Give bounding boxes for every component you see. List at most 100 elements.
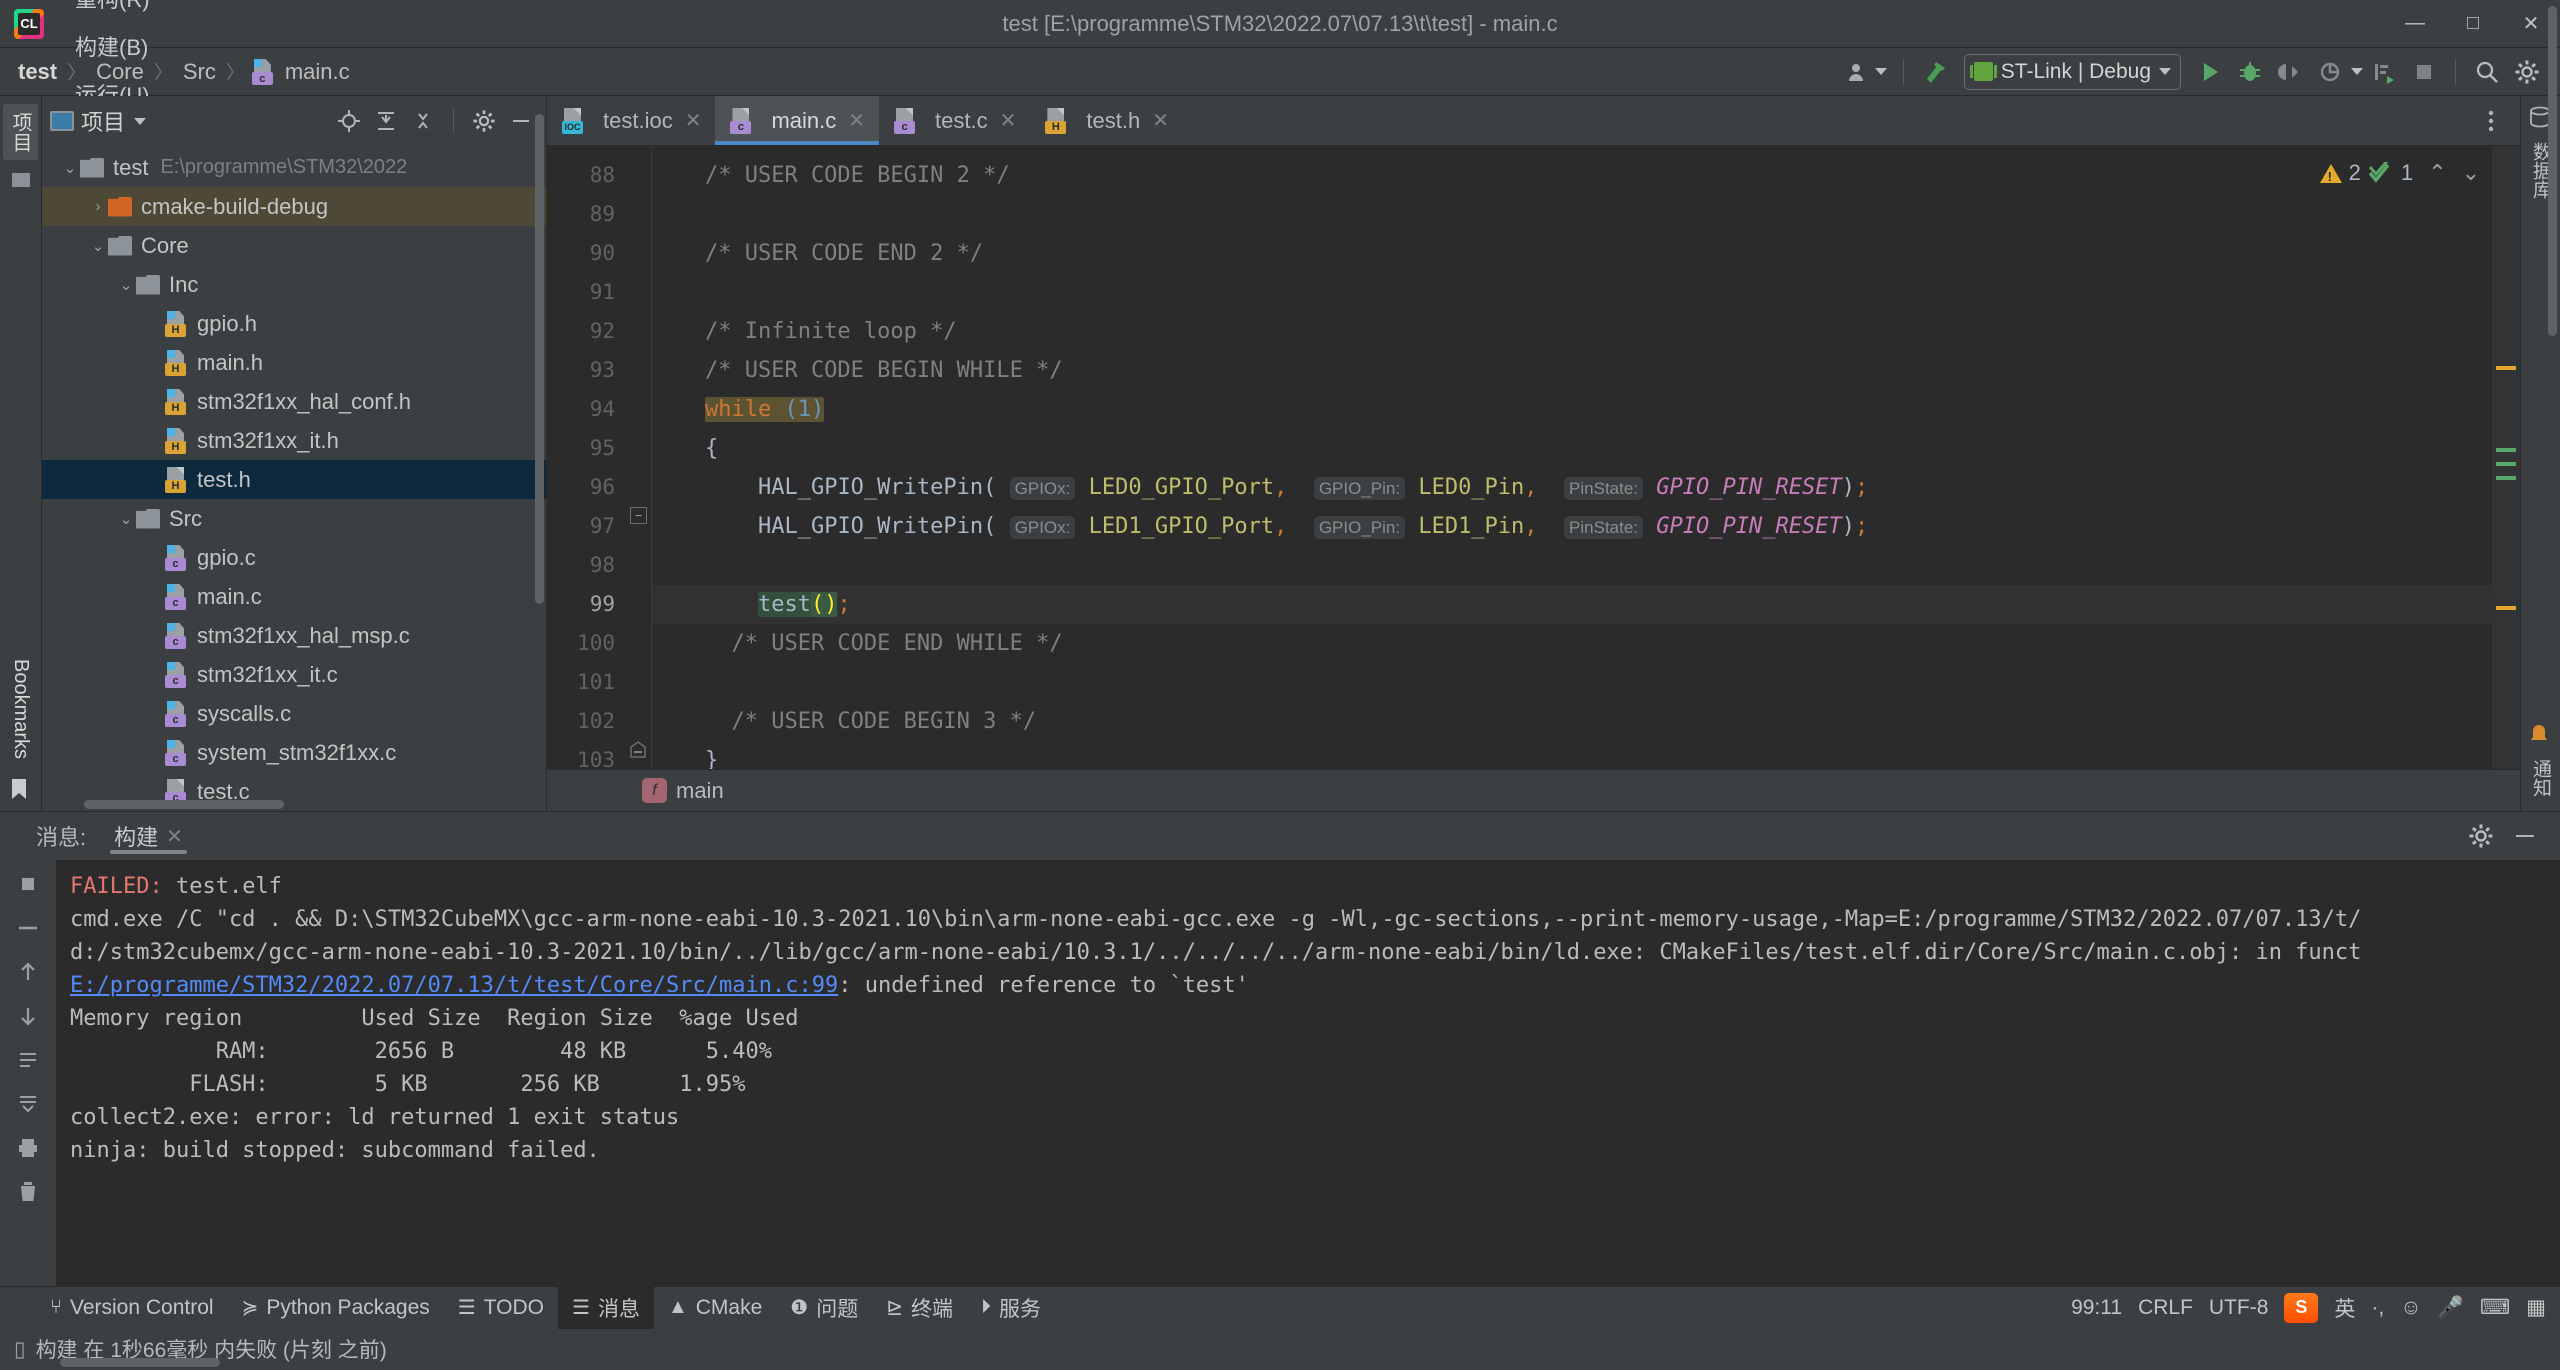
mic-icon[interactable]: 🎤 <box>2438 1296 2464 1320</box>
status-tab-todo[interactable]: ☰ TODO <box>444 1287 558 1329</box>
keyboard-icon[interactable]: ⌨ <box>2480 1295 2510 1320</box>
code-line-96[interactable]: HAL_GPIO_WritePin( GPIOx: LED0_GPIO_Port… <box>652 468 2520 507</box>
marker-ok-2[interactable] <box>2496 462 2516 466</box>
fold-marker-end[interactable] <box>630 741 647 758</box>
gear-icon[interactable] <box>467 104 501 138</box>
editor-breadcrumb[interactable]: f main <box>547 769 2520 811</box>
line-separator[interactable]: CRLF <box>2138 1296 2193 1320</box>
editor-tab-main-c[interactable]: c main.c ✕ <box>715 96 880 145</box>
collapse-all-icon[interactable] <box>406 104 440 138</box>
code-line-88[interactable]: /* USER CODE BEGIN 2 */ <box>652 156 2520 195</box>
chevron-down-icon[interactable] <box>2351 68 2363 75</box>
breadcrumb-item-2[interactable]: Src <box>179 59 220 85</box>
search-icon[interactable] <box>2468 53 2506 91</box>
chevron-down-icon[interactable] <box>1874 68 1887 75</box>
down-icon[interactable] <box>14 1002 42 1030</box>
code-line-97[interactable]: HAL_GPIO_WritePin( GPIOx: LED1_GPIO_Port… <box>652 507 2520 546</box>
previous-problem-button[interactable]: ⌃ <box>2428 160 2446 186</box>
code-folding-column[interactable]: − <box>625 146 651 769</box>
close-button[interactable]: ✕ <box>2502 0 2560 48</box>
coverage-icon[interactable] <box>2311 53 2349 91</box>
marker-ok-1[interactable] <box>2496 448 2516 452</box>
code-line-98[interactable] <box>652 546 2520 585</box>
next-problem-button[interactable]: ⌄ <box>2462 160 2480 186</box>
tree-node-gpio-h[interactable]: Hgpio.h <box>42 304 546 343</box>
code-line-93[interactable]: /* USER CODE BEGIN WHILE */ <box>652 351 2520 390</box>
close-icon[interactable]: ✕ <box>1000 108 1017 133</box>
code-line-102[interactable]: /* USER CODE BEGIN 3 */ <box>652 702 2520 741</box>
run-with-icon[interactable] <box>2365 53 2403 91</box>
bookmark-icon[interactable] <box>8 777 34 799</box>
tree-node-src[interactable]: ⌄ Src <box>42 499 546 538</box>
tree-node-cmake-build-debug[interactable]: › cmake-build-debug <box>42 187 546 226</box>
build-console-output[interactable]: FAILED: test.elf cmd.exe /C "cd . && D:\S… <box>56 860 2560 1286</box>
run-button[interactable] <box>2191 53 2229 91</box>
code-line-103[interactable]: } <box>652 741 2520 769</box>
scroll-to-end-icon[interactable] <box>14 1090 42 1118</box>
stop-button[interactable] <box>2405 53 2443 91</box>
gear-icon[interactable] <box>2508 53 2546 91</box>
attach-to-process-icon[interactable] <box>2271 53 2309 91</box>
rail-project-label[interactable]: 项目 <box>3 104 38 160</box>
delete-icon[interactable] <box>14 1178 42 1206</box>
close-icon[interactable]: ✕ <box>166 824 183 849</box>
chevron-right-icon[interactable]: › <box>88 198 108 215</box>
marker-ok-3[interactable] <box>2496 476 2516 480</box>
expand-all-icon[interactable] <box>369 104 403 138</box>
console-vertical-scrollbar[interactable] <box>2548 6 2557 336</box>
code-line-94[interactable]: while (1) <box>652 390 2520 429</box>
editor-tab-test-h[interactable]: Htest.h ✕ <box>1030 96 1183 145</box>
menu-5[interactable]: 重构(R) <box>62 0 167 24</box>
status-tab-终端[interactable]: ⊵ 终端 <box>872 1287 967 1329</box>
build-hammer-icon[interactable] <box>1916 53 1954 91</box>
sogou-ime-icon[interactable]: S <box>2284 1292 2319 1323</box>
tree-node-core[interactable]: ⌄ Core <box>42 226 546 265</box>
tree-node-gpio-c[interactable]: c gpio.c <box>42 538 546 577</box>
tree-node-main-c[interactable]: c main.c <box>42 577 546 616</box>
grid-icon[interactable]: ▦ <box>2526 1295 2546 1320</box>
console-horizontal-scrollbar[interactable] <box>60 1358 220 1367</box>
tree-node-stm32f1xx-it-h[interactable]: Hstm32f1xx_it.h <box>42 421 546 460</box>
user-settings-icon[interactable] <box>1841 53 1879 91</box>
minimize-button[interactable]: — <box>2386 0 2444 48</box>
code-line-100[interactable]: /* USER CODE END WHILE */ <box>652 624 2520 663</box>
chevron-down-icon[interactable]: ⌄ <box>60 159 80 177</box>
editor-tab-test-ioc[interactable]: IOC test.ioc ✕ <box>547 96 715 145</box>
ime-language-indicator[interactable]: 英 <box>2334 1293 2355 1323</box>
notification-bell-icon[interactable] <box>2528 723 2554 745</box>
editor-tab-test-c[interactable]: c test.c ✕ <box>879 96 1030 145</box>
chevron-down-icon[interactable]: ⌄ <box>116 276 136 294</box>
more-tabs-icon[interactable] <box>2474 104 2508 138</box>
tree-node-system-stm32f1xx-c[interactable]: c system_stm32f1xx.c <box>42 733 546 772</box>
code-line-99[interactable]: test(); <box>652 585 2520 624</box>
tree-node-stm32f1xx-hal-msp-c[interactable]: c stm32f1xx_hal_msp.c <box>42 616 546 655</box>
close-icon[interactable]: ✕ <box>685 108 702 133</box>
rail-bookmarks-label[interactable]: Bookmarks <box>6 651 35 767</box>
inspection-widget[interactable]: 2 1 ⌃ ⌄ <box>2319 160 2480 186</box>
structure-icon[interactable] <box>8 170 34 192</box>
status-tab-消息[interactable]: ☰ 消息 <box>558 1286 654 1329</box>
code-line-91[interactable] <box>652 273 2520 312</box>
close-icon[interactable]: ✕ <box>848 108 865 133</box>
code-line-92[interactable]: /* Infinite loop */ <box>652 312 2520 351</box>
tree-node-test[interactable]: ⌄ test E:\programme\STM32\2022 <box>42 148 546 187</box>
status-tab-version-control[interactable]: ⑂ Version Control <box>36 1287 228 1329</box>
project-tree[interactable]: ⌄ test E:\programme\STM32\2022 › cmake-build… <box>42 146 546 811</box>
code-text[interactable]: /* USER CODE BEGIN 2 */ /* USER CODE END… <box>651 146 2520 769</box>
stop-icon[interactable] <box>14 914 42 942</box>
gear-icon[interactable] <box>2464 819 2498 853</box>
rail-notifications-label[interactable]: 通知 <box>2527 759 2554 797</box>
tree-node-test-h[interactable]: Htest.h <box>42 460 546 499</box>
emoji-icon[interactable]: ☺ <box>2400 1296 2421 1320</box>
marker-warning-2[interactable] <box>2496 606 2516 610</box>
soft-wrap-icon[interactable] <box>14 1046 42 1074</box>
tree-node-stm32f1xx-hal-conf-h[interactable]: Hstm32f1xx_hal_conf.h <box>42 382 546 421</box>
dot-icon[interactable]: ·, <box>2371 1296 2384 1320</box>
editor-marker-strip[interactable] <box>2492 146 2520 769</box>
caret-position[interactable]: 99:11 <box>2071 1296 2122 1320</box>
code-editor[interactable]: 888990919293949596979899100101102103104 … <box>547 146 2520 769</box>
fold-marker-while[interactable]: − <box>630 507 647 524</box>
marker-warning[interactable] <box>2496 366 2516 370</box>
rerun-icon[interactable] <box>14 870 42 898</box>
project-horizontal-scrollbar[interactable] <box>84 800 284 809</box>
